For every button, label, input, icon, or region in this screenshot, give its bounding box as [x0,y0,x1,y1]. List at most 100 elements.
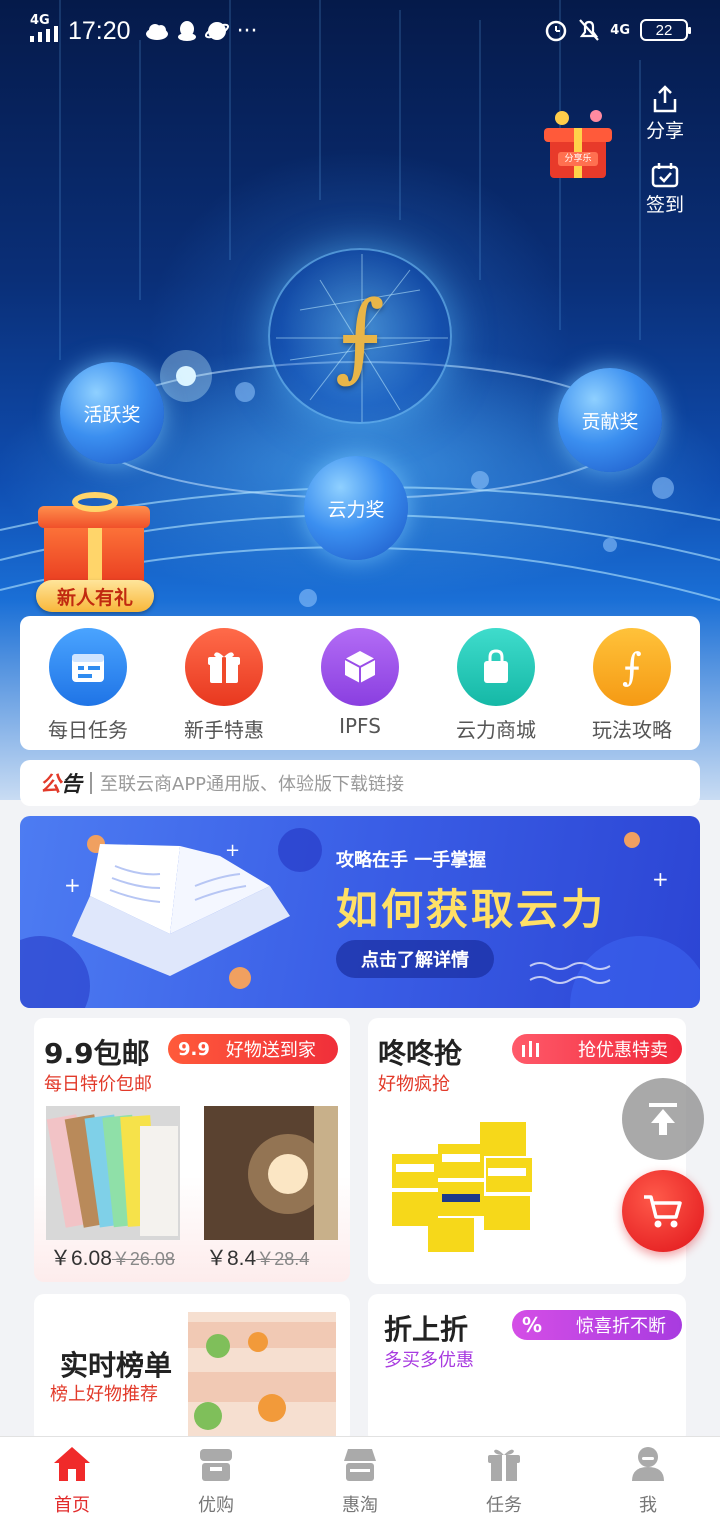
ranking-tile[interactable]: 实时榜单 榜上好物推荐 [34,1294,350,1444]
bars-icon [522,1041,539,1057]
status-bar: 4G 17:20 ··· 4G 22 [0,0,720,64]
menu-item-guide[interactable]: ⨍ 玩法攻略 [570,628,694,750]
nav-label: 优购 [198,1495,234,1516]
cloud-icon [145,24,168,40]
tile-subtitle: 榜上好物推荐 [50,1384,158,1405]
mute-icon [579,19,600,41]
tile-badge: 9.9 好物送到家 [168,1034,338,1064]
product-image-ranking[interactable] [188,1312,336,1442]
product-image-tissue[interactable] [388,1114,538,1254]
user-icon [632,1447,664,1481]
tile-title: 实时榜单 [60,1349,173,1382]
filecoin-icon: ⨍ [593,628,671,706]
qq-icon [177,21,196,41]
share-button[interactable]: 分享 [640,84,690,143]
tile-subtitle: 好物疯抢 [378,1074,450,1095]
checkin-button[interactable]: 签到 [640,162,690,217]
percent-icon: % [522,1313,543,1337]
free-shipping-tile[interactable]: 9.9包邮 9.9 好物送到家 每日特价包邮 ￥6.08￥26.08 ￥8.4￥… [34,1018,350,1282]
more-indicator: ··· [236,18,258,44]
tile-title: 咚咚抢 [378,1037,463,1070]
badge-text: 抢优惠特卖 [578,1040,668,1061]
cart-button[interactable] [622,1170,704,1252]
menu-item-newbie-deal[interactable]: 新手特惠 [162,628,286,750]
product-price: ￥8.4￥28.4 [206,1247,310,1270]
calendar-icon [49,628,127,706]
tile-badge: 抢优惠特卖 [512,1034,682,1064]
badge-text: 惊喜折不断 [576,1316,667,1337]
announcement-tag: 公告 [40,772,82,796]
home-icon [54,1447,90,1481]
alarm-icon [546,20,567,42]
contribution-reward-orb[interactable]: 贡献奖 [558,368,662,472]
store-icon [200,1449,232,1481]
clock: 17:20 [68,16,131,45]
announcement-bar[interactable]: 公告 至联云商APP通用版、体验版下载链接 [20,760,700,806]
menu-item-daily-task[interactable]: 每日任务 [26,628,150,750]
banner-subtitle: 攻略在手 一手掌握 [336,850,487,871]
arrow-up-icon [649,1103,677,1135]
checkin-label: 签到 [645,194,684,216]
checkin-icon [651,163,679,188]
tile-title: 折上折 [384,1313,469,1346]
divider [90,772,92,794]
nav-label: 惠淘 [342,1495,378,1516]
tile-badge: % 惊喜折不断 [512,1310,682,1340]
banner-detail-button[interactable]: 点击了解详情 [336,940,494,978]
menu-item-cloud-mall[interactable]: 云力商城 [434,628,558,750]
newbie-gift-label: 新人有礼 [36,580,154,612]
bottom-navigation: 首页 优购 惠淘 任务 我 [0,1436,720,1520]
gift-badge-text: 分享乐 [564,154,592,164]
nav-label: 任务 [486,1495,522,1516]
announcement-text[interactable]: 至联云商APP通用版、体验版下载链接 [100,770,404,796]
share-icon [653,85,677,113]
tile-title: 9.9包邮 [44,1037,150,1070]
network-type-right: 4G [610,22,630,38]
menu-label: IPFS [339,714,381,738]
signal-indicator: 4G [30,13,60,46]
filecoin-icon: ⨍ [334,280,385,392]
badge-number: 9.9 [178,1038,210,1060]
battery-indicator: 22 [640,19,691,41]
menu-label: 新手特惠 [184,718,264,742]
network-type: 4G [30,13,50,28]
share-label: 分享 [645,120,684,142]
cloud-power-reward-orb[interactable]: 云力奖 [304,456,408,560]
cart-icon [644,1195,682,1228]
product-image-night-light[interactable] [204,1106,338,1240]
nav-item-deals[interactable]: 惠淘 [288,1437,432,1520]
nav-label: 首页 [54,1495,90,1516]
gift-icon [488,1449,520,1481]
menu-label: 云力商城 [456,718,536,742]
svg-text:+: + [64,873,81,897]
signal-icon [30,26,58,42]
banner-title: 如何获取云力 [336,885,607,934]
gift-bow [72,492,118,512]
gift-ribbon [88,518,102,588]
share-gift-icon[interactable]: 分享乐 [540,106,616,182]
product-image-wall-panels[interactable] [46,1106,180,1240]
nav-item-shop[interactable]: 优购 [144,1437,288,1520]
svg-text:+: + [652,867,669,891]
tile-subtitle: 多买多优惠 [384,1350,474,1371]
quick-menu: 每日任务 新手特惠 IPFS 云力商城 ⨍ 玩法攻略 [20,616,700,750]
menu-label: 玩法攻略 [592,718,672,742]
guide-banner[interactable]: + + + 攻略在手 一手掌握 如何获取云力 点击了解详情 [20,816,700,1008]
nav-item-tasks[interactable]: 任务 [432,1437,576,1520]
nav-item-me[interactable]: 我 [576,1437,720,1520]
cube-icon [321,628,399,706]
svg-text:+: + [225,840,240,861]
product-price: ￥6.08￥26.08 [50,1247,175,1270]
gift-icon [185,628,263,706]
active-reward-orb[interactable]: 活跃奖 [60,362,164,464]
newbie-gift-button[interactable]: 新人有礼 [30,492,160,616]
menu-item-ipfs[interactable]: IPFS [298,628,422,750]
discount-tile[interactable]: 折上折 % 惊喜折不断 多买多优惠 [368,1294,686,1444]
filecoin-globe[interactable]: ⨍ [268,248,452,424]
menu-label: 每日任务 [48,718,128,742]
back-to-top-button[interactable] [622,1078,704,1160]
nav-label: 我 [639,1495,657,1516]
badge-text: 好物送到家 [225,1040,316,1061]
basket-icon [344,1449,376,1481]
nav-item-home[interactable]: 首页 [0,1437,144,1520]
